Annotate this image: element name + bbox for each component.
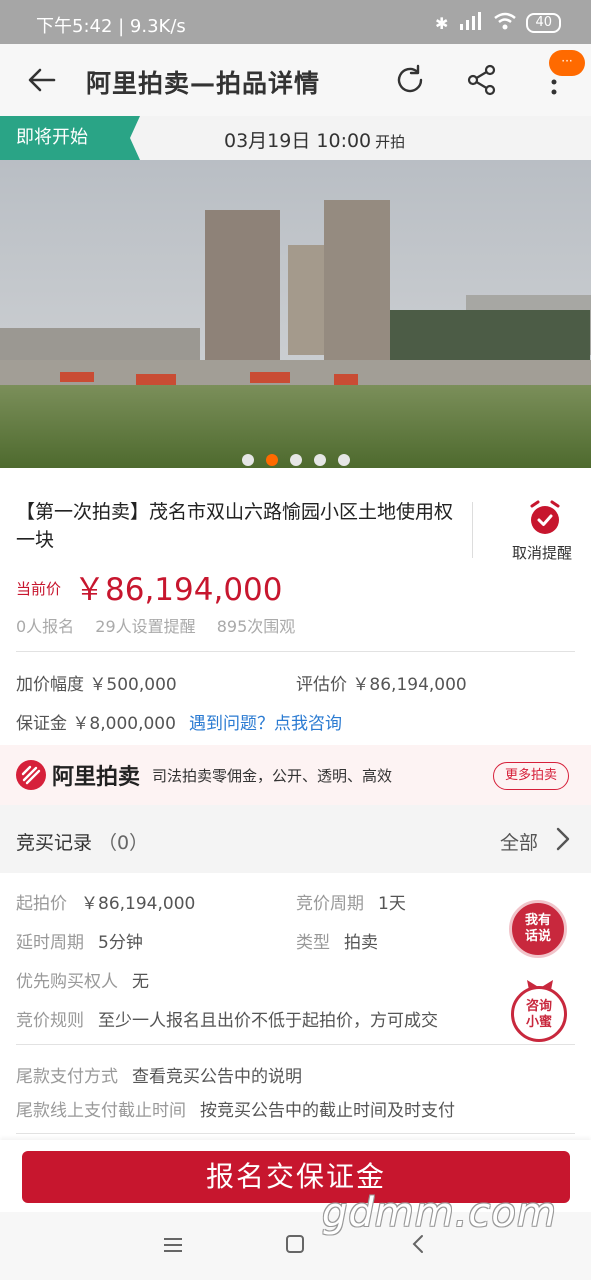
delay-cycle-label: 延时周期 [16, 933, 84, 953]
priority-row: 优先购买权人无 [16, 967, 149, 992]
increment-info: 加价幅度 ￥500,000 [16, 675, 177, 695]
bluetooth-icon: ✱ [435, 13, 449, 33]
start-price-label: 起拍价 [16, 894, 67, 914]
payment-deadline-value: 按竞买公告中的截止时间及时支付 [200, 1101, 455, 1121]
divider [472, 502, 473, 558]
payment-deadline-row: 尾款线上支付截止时间 按竞买公告中的截止时间及时支付 [16, 1096, 455, 1121]
payment-method-value: 查看竞买公告中的说明 [132, 1067, 302, 1087]
type-label: 类型 [296, 933, 330, 953]
carousel-dot[interactable] [241, 454, 254, 466]
divider [16, 1044, 575, 1045]
chevron-right-icon[interactable] [554, 826, 572, 852]
appraisal-info: 评估价 ￥86,194,000 [296, 675, 467, 695]
battery-icon: 40 [526, 13, 561, 33]
home-icon[interactable] [285, 1234, 305, 1254]
current-price-label: 当前价 [16, 580, 62, 598]
bid-cycle-value: 1天 [378, 894, 406, 914]
share-icon[interactable] [464, 62, 500, 98]
status-icons: ✱ 40 [435, 12, 561, 34]
ali-auction-logo: 阿里拍卖 [16, 760, 140, 790]
item-title: 【第一次拍卖】茂名市双山六路愉园小区土地使用权一块 [16, 501, 454, 551]
bid-cycle-label: 竞价周期 [296, 894, 364, 914]
type-value: 拍卖 [344, 933, 378, 953]
consult-float-button[interactable]: 咨询 小蜜 [511, 978, 569, 1042]
start-price-row: 起拍价 ￥86,194,000 [16, 889, 195, 914]
start-price-value: ￥86,194,000 [81, 894, 196, 914]
remind-count: 29人设置提醒 [95, 617, 196, 636]
watermark: gdmm.com [322, 1190, 557, 1236]
delay-cycle-value: 5分钟 [98, 933, 143, 953]
signup-count: 0人报名 [16, 617, 75, 636]
status-bar: 下午5:42 | 9.3K/s ✱ 40 [0, 0, 591, 44]
bid-record-count: （0） [98, 832, 149, 854]
bid-rule-value: 至少一人报名且出价不低于起拍价，方可成交 [98, 1011, 438, 1031]
ali-auction-banner: 阿里拍卖 司法拍卖零佣金，公开、透明、高效 更多拍卖 [0, 745, 591, 805]
payment-deadline-label: 尾款线上支付截止时间 [16, 1101, 186, 1121]
carousel-dots [0, 454, 591, 466]
banner-slogan: 司法拍卖零佣金，公开、透明、高效 [152, 767, 393, 785]
status-time: 下午5:42 | 9.3K/s [36, 16, 186, 37]
auction-start-bar: 即将开始 03月19日 10:00 开拍 [0, 116, 591, 160]
message-badge[interactable]: ··· [549, 50, 585, 76]
consult-float-ring: 咨询 小蜜 [511, 986, 567, 1042]
start-datetime: 03月19日 10:00 开拍 [224, 126, 405, 153]
divider [16, 651, 575, 652]
ali-auction-brand: 阿里拍卖 [52, 765, 141, 790]
bid-rule-row: 竞价规则 至少一人报名且出价不低于起拍价，方可成交 [16, 1006, 438, 1031]
start-datetime-suffix: 开拍 [375, 133, 406, 151]
comment-float-line1: 我有 [524, 913, 551, 928]
start-datetime-value: 03月19日 10:00 [224, 130, 372, 152]
comment-float-button[interactable]: 我有 话说 [509, 900, 567, 958]
carousel-dot[interactable] [337, 454, 350, 466]
bid-record-all-link[interactable]: 全部 [500, 828, 538, 855]
page-title: 阿里拍卖—拍品详情 [86, 69, 321, 98]
current-price: ￥86,194,000 [74, 572, 283, 608]
app-header: 阿里拍卖—拍品详情 ··· [0, 44, 591, 116]
bid-rule-label: 竞价规则 [16, 1011, 84, 1031]
item-photo[interactable] [0, 160, 591, 468]
cancel-remind-button[interactable]: 取消提醒 [512, 542, 572, 563]
delay-cycle-row: 延时周期 5分钟 [16, 928, 143, 953]
bid-record-label: 竞买记录 [16, 832, 93, 854]
deposit-info: 保证金 ￥8,000,000 [16, 714, 176, 734]
status-tag: 即将开始 [0, 116, 140, 160]
consult-float-line1: 咨询 [525, 999, 552, 1014]
more-auctions-button[interactable]: 更多拍卖 [493, 762, 569, 790]
bid-cycle-row: 竞价周期 1天 [296, 889, 406, 914]
wifi-icon [494, 12, 517, 34]
payment-method-row: 尾款支付方式 查看竞买公告中的说明 [16, 1062, 302, 1087]
carousel-dot[interactable] [313, 454, 326, 466]
view-count: 895次围观 [216, 617, 296, 636]
signal-icon [458, 12, 484, 34]
carousel-dot-active[interactable] [265, 454, 278, 466]
divider [16, 1133, 575, 1134]
refresh-icon[interactable] [392, 62, 428, 98]
help-consult-link[interactable]: 遇到问题？点我咨询 [189, 709, 342, 734]
type-row: 类型 拍卖 [296, 928, 378, 953]
ali-auction-logo-icon [16, 760, 46, 790]
payment-method-label: 尾款支付方式 [16, 1067, 118, 1087]
consult-float-line2: 小蜜 [525, 1015, 552, 1030]
back-arrow-icon[interactable] [24, 62, 60, 98]
back-nav-icon[interactable] [410, 1234, 426, 1254]
menu-icon[interactable] [162, 1236, 184, 1254]
alarm-clock-icon[interactable] [527, 500, 563, 536]
priority-label: 优先购买权人 [16, 972, 118, 992]
priority-value: 无 [132, 972, 149, 992]
bid-record-title: 竞买记录 （0） [16, 828, 148, 855]
land-photo-image [0, 160, 591, 468]
comment-float-line2: 话说 [524, 929, 551, 944]
item-stats: 0人报名 29人设置提醒 895次围观 [16, 613, 307, 637]
carousel-dot[interactable] [289, 454, 302, 466]
